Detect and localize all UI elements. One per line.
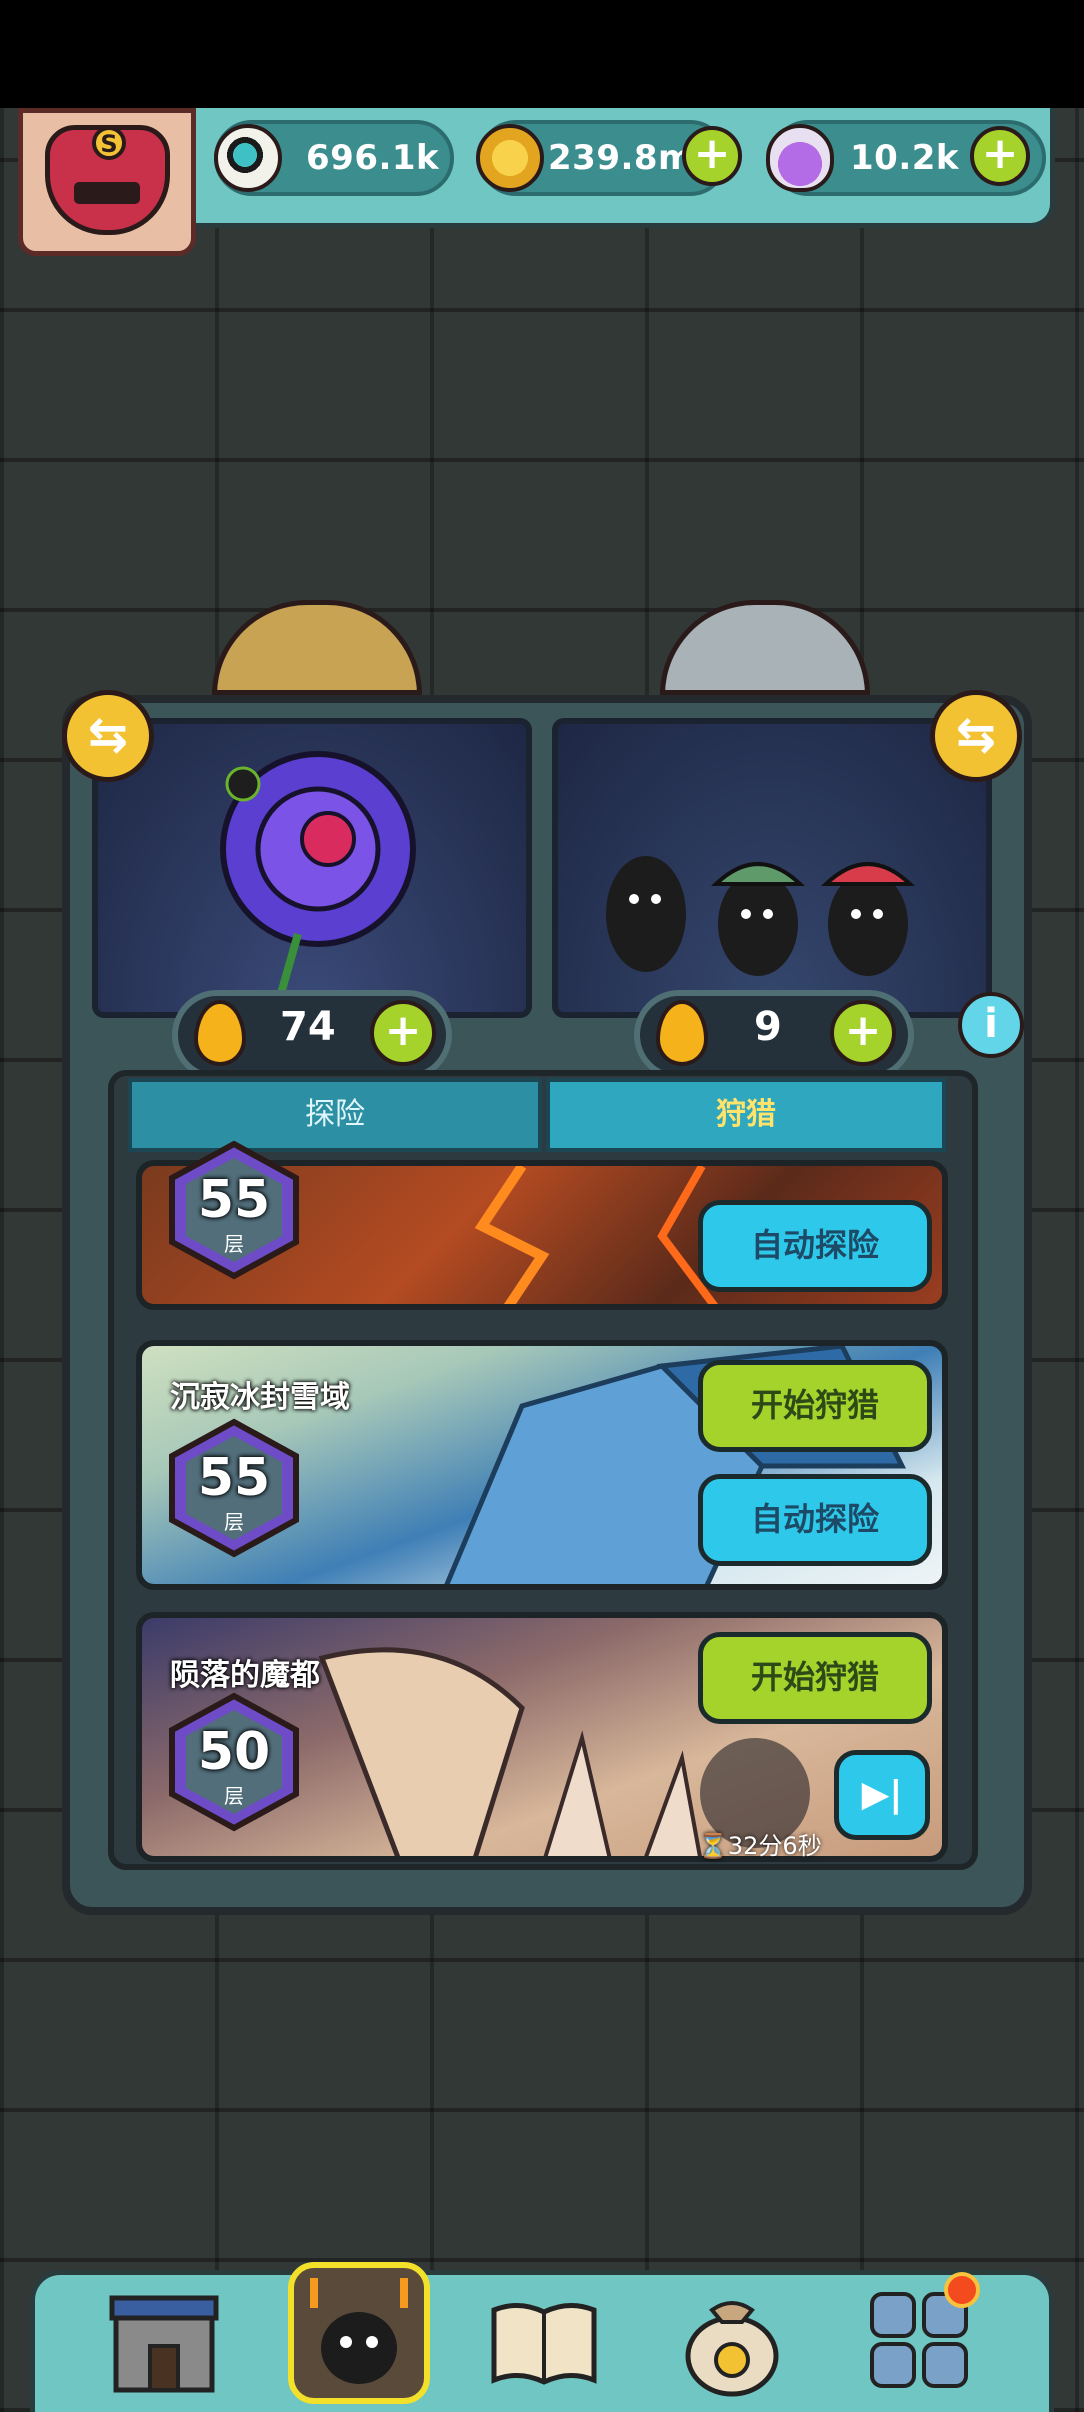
- notification-dot: [944, 2272, 980, 2308]
- skip-button[interactable]: ▶|: [834, 1750, 930, 1840]
- potion-value: 10.2k: [850, 138, 959, 178]
- monster-team-icon: [606, 856, 916, 976]
- money-bag-icon-shape: [685, 2301, 779, 2397]
- start-hunt-button[interactable]: 开始狩猎: [698, 1360, 932, 1452]
- shop-building-icon-shape: [109, 2295, 219, 2393]
- level-number: 55: [197, 1170, 271, 1230]
- status-bar: [0, 0, 1084, 108]
- potion-icon: [766, 124, 834, 192]
- add-left-drop-button[interactable]: +: [370, 1000, 436, 1066]
- left-display-window: [92, 718, 532, 1018]
- add-potion-button[interactable]: +: [970, 126, 1030, 186]
- auto-explore-button[interactable]: 自动探险: [698, 1474, 932, 1566]
- tab-hunt[interactable]: 狩猎: [546, 1078, 946, 1152]
- eyeball-icon: [214, 124, 282, 192]
- level-badge: 50 层: [164, 1692, 304, 1832]
- region-title-demon-city: 陨落的魔都: [170, 1658, 320, 1693]
- purple-rose-icon: [220, 751, 416, 1006]
- swap-right-button[interactable]: ⇆: [930, 690, 1022, 782]
- level-unit: 层: [224, 1510, 244, 1534]
- start-hunt-button[interactable]: 开始狩猎: [698, 1632, 932, 1724]
- coin-value: 239.8m: [548, 138, 694, 178]
- emblem-slots: [74, 182, 140, 204]
- level-badge: 55 层: [164, 1140, 304, 1280]
- book-icon-shape: [491, 2303, 597, 2385]
- emblem-badge-icon: S: [45, 125, 170, 235]
- region-title-ice: 沉寂冰封雪域: [170, 1380, 350, 1415]
- rank-s-icon: S: [92, 126, 126, 160]
- left-drop-value: 74: [280, 1004, 336, 1050]
- coin-icon: [476, 124, 544, 192]
- right-display-window: [552, 718, 992, 1018]
- level-unit: 层: [224, 1784, 244, 1808]
- level-number: 55: [197, 1448, 271, 1508]
- shop-building-icon[interactable]: [104, 2280, 224, 2400]
- info-button[interactable]: i: [958, 992, 1024, 1058]
- book-icon[interactable]: [484, 2280, 604, 2400]
- level-number: 50: [197, 1722, 271, 1782]
- right-drop-value: 9: [754, 1004, 782, 1050]
- level-badge: 55 层: [164, 1418, 304, 1558]
- player-emblem[interactable]: S: [18, 108, 196, 256]
- level-unit: 层: [224, 1232, 244, 1256]
- eyeball-value: 696.1k: [306, 138, 440, 178]
- monster-portrait-icon-shape: [310, 2278, 408, 2384]
- add-right-drop-button[interactable]: +: [830, 1000, 896, 1066]
- auto-explore-button[interactable]: 自动探险: [698, 1200, 932, 1292]
- money-bag-icon[interactable]: [672, 2280, 792, 2400]
- monster-portrait-icon[interactable]: [288, 2262, 430, 2404]
- hunt-timer-value: 32分6秒: [727, 1832, 822, 1860]
- add-coins-button[interactable]: +: [682, 126, 742, 186]
- swap-left-button[interactable]: ⇆: [62, 690, 154, 782]
- hunt-timer: ⏳32分6秒: [698, 1832, 822, 1860]
